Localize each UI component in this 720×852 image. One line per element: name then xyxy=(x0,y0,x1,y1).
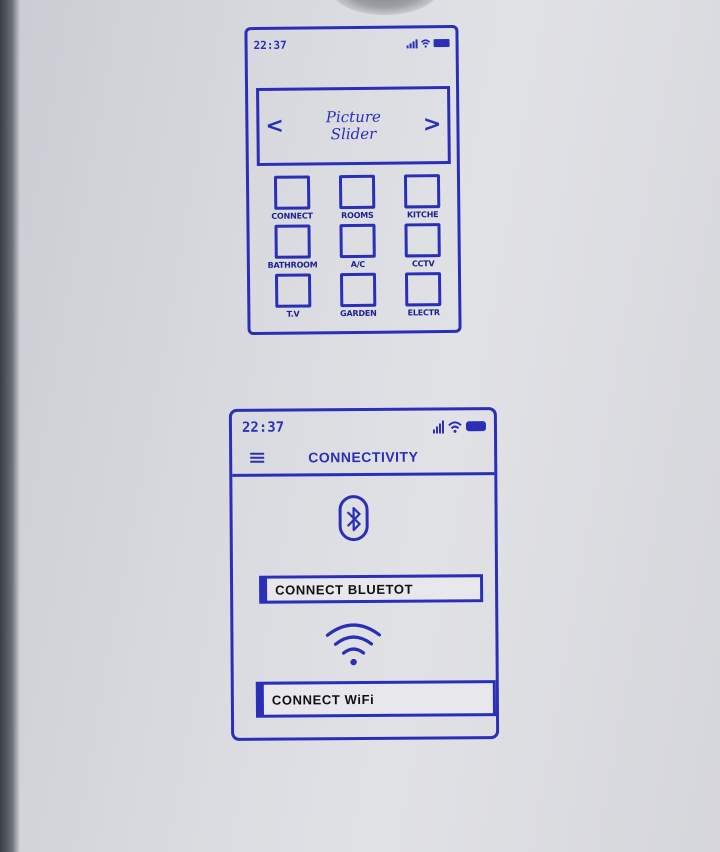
status-time: 22:37 xyxy=(241,419,285,436)
tile-label: GARDEN xyxy=(340,308,377,319)
slider-label: Picture Slider xyxy=(298,107,408,144)
status-icons xyxy=(406,38,450,49)
tile-electricity[interactable]: ELECTR xyxy=(391,272,457,318)
wifi-icon xyxy=(420,39,431,48)
tile-connect[interactable]: CONNECT xyxy=(259,175,325,221)
slider-prev-button[interactable]: < xyxy=(265,114,284,139)
tile-kitchen[interactable]: KITCHE xyxy=(390,174,456,220)
app-header: CONNECTIVITY xyxy=(232,440,495,477)
picture-slider[interactable]: < Picture Slider > xyxy=(256,85,451,167)
empty-box-icon xyxy=(339,272,377,308)
signal-icon xyxy=(432,419,445,434)
tile-rooms[interactable]: ROOMS xyxy=(324,174,390,221)
tile-label: ROOMS xyxy=(341,210,374,221)
status-time: 22:37 xyxy=(253,38,287,52)
tile-tv[interactable]: T.V xyxy=(260,273,326,319)
empty-box-icon xyxy=(404,174,441,209)
wifi-signal-icon xyxy=(325,623,382,666)
photo-edge-shadow xyxy=(0,0,20,852)
status-bar: 22:37 xyxy=(253,34,450,54)
battery-icon xyxy=(433,38,450,48)
signal-icon xyxy=(406,38,418,49)
status-icons xyxy=(432,419,487,434)
page-title: CONNECTIVITY xyxy=(308,448,419,466)
connect-bluetooth-button[interactable]: CONNECT BLUETOT xyxy=(259,574,484,604)
empty-box-icon xyxy=(273,175,310,210)
battery-icon xyxy=(465,421,487,432)
home-screen-sketch: 22:37 < Picture Slider > CONNECT ROOMS K… xyxy=(244,24,462,336)
tile-label: CONNECT xyxy=(271,211,313,221)
slider-label-line2: Slider xyxy=(330,124,377,144)
bluetooth-icon xyxy=(338,494,369,542)
tile-garden[interactable]: GARDEN xyxy=(325,272,391,319)
category-grid: CONNECT ROOMS KITCHE BATHROOM A/C CCTV T… xyxy=(259,174,456,319)
slider-next-button[interactable]: > xyxy=(423,112,442,137)
wifi-icon xyxy=(448,420,462,433)
tile-label: KITCHE xyxy=(406,210,439,220)
tile-label: A/C xyxy=(350,259,366,270)
tile-cctv[interactable]: CCTV xyxy=(390,223,456,269)
empty-box-icon xyxy=(404,223,442,258)
slider-label-line1: Picture xyxy=(325,107,381,127)
connect-wifi-button[interactable]: CONNECT WiFi xyxy=(255,680,496,718)
tile-bathroom[interactable]: BATHROOM xyxy=(259,224,325,270)
tile-label: BATHROOM xyxy=(267,260,318,270)
connectivity-screen-sketch: 22:37 CONNECTIVITY CONNECT BLUETOT CONNE… xyxy=(228,407,500,741)
tile-ac[interactable]: A/C xyxy=(325,223,391,270)
empty-box-icon xyxy=(274,224,311,259)
photo-top-shadow xyxy=(330,0,440,15)
empty-box-icon xyxy=(405,272,442,307)
empty-box-icon xyxy=(339,223,376,259)
status-bar: 22:37 xyxy=(241,416,487,438)
empty-box-icon xyxy=(338,174,376,210)
tile-label: ELECTR xyxy=(407,308,440,318)
tile-label: CCTV xyxy=(411,259,435,269)
empty-box-icon xyxy=(274,273,311,308)
tile-label: T.V xyxy=(286,309,300,319)
hamburger-menu-icon[interactable] xyxy=(250,452,265,463)
